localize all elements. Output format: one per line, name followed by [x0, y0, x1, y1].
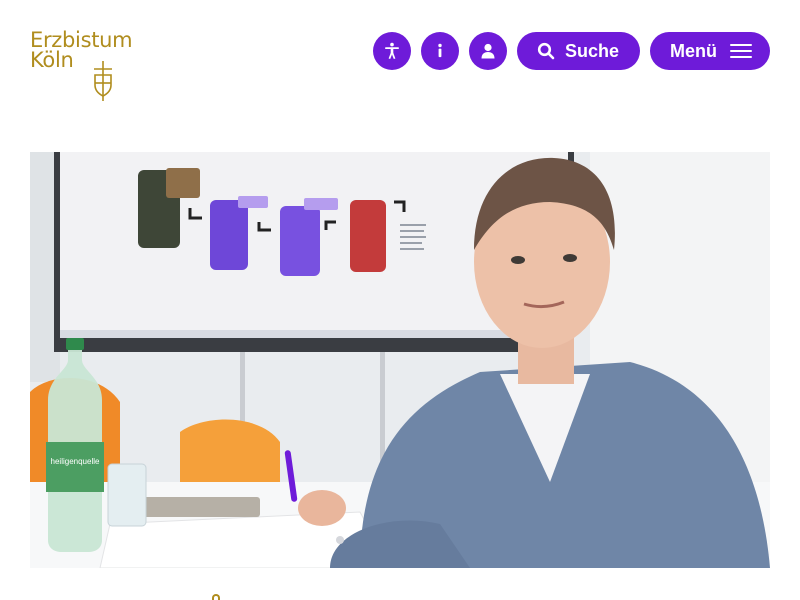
bottle-label: heiligenquelle: [51, 457, 100, 466]
logo-wordmark: Erzbistum Köln: [30, 28, 133, 72]
accessibility-icon: [385, 42, 399, 59]
site-header: Erzbistum Köln Suche Menü: [0, 0, 800, 130]
search-button[interactable]: Suche: [517, 32, 640, 70]
logo-line-2: Köln: [30, 48, 74, 72]
cross-emblem-icon: [94, 61, 112, 101]
user-icon: [481, 43, 495, 59]
site-logo-link[interactable]: Erzbistum Köln: [30, 30, 150, 102]
info-icon: [438, 43, 442, 58]
hamburger-icon: [730, 44, 752, 58]
menu-label: Menü: [670, 40, 717, 61]
header-nav: Suche Menü: [373, 32, 770, 70]
next-section-peek: [212, 594, 220, 600]
hero-image: heiligenquelle: [30, 152, 770, 568]
menu-button[interactable]: Menü: [650, 32, 770, 70]
info-button[interactable]: [421, 32, 459, 70]
search-icon: [537, 42, 555, 60]
user-account-button[interactable]: [469, 32, 507, 70]
hero-photo: heiligenquelle: [30, 152, 770, 568]
search-label: Suche: [565, 40, 620, 61]
accessibility-button[interactable]: [373, 32, 411, 70]
logo-line-1: Erzbistum: [30, 28, 133, 52]
